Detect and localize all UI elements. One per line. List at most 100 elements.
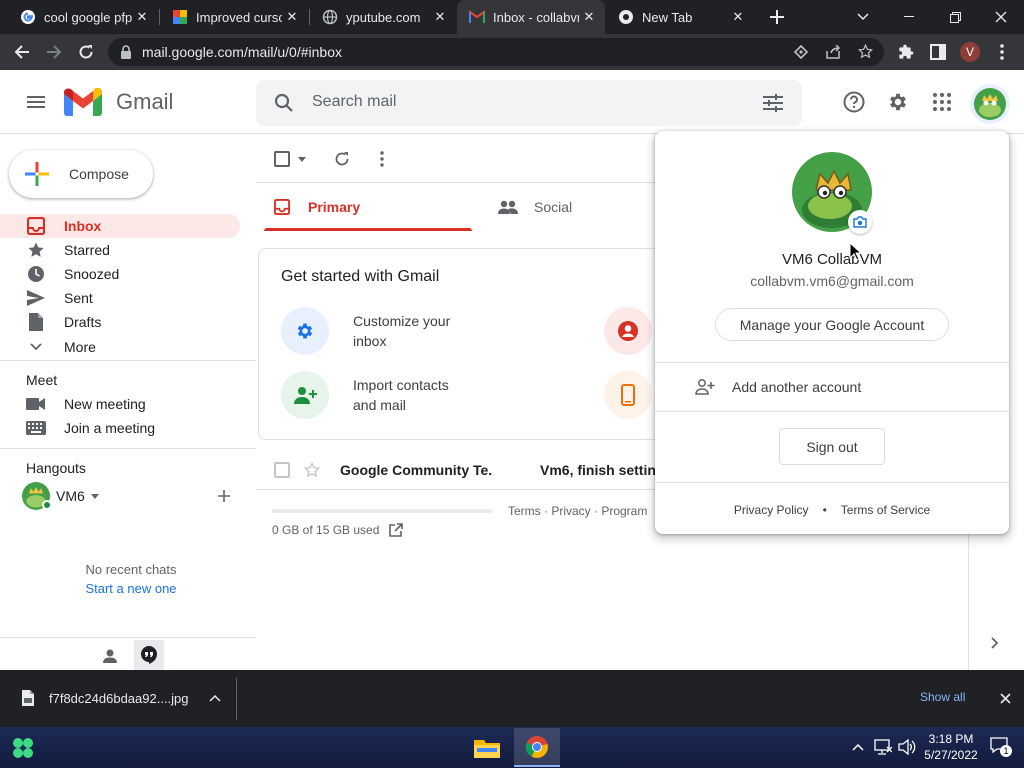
account-avatar-button[interactable] <box>970 84 1010 124</box>
browser-menu-button[interactable] <box>988 38 1016 66</box>
main-menu-button[interactable] <box>16 82 56 122</box>
side-panel-icon <box>930 44 946 60</box>
footer-links[interactable]: Terms · Privacy · Program <box>508 504 647 518</box>
settings-button[interactable] <box>878 82 918 122</box>
chrome-taskbar-button[interactable] <box>514 728 560 767</box>
address-bar[interactable]: mail.google.com/mail/u/0/#inbox <box>108 38 884 66</box>
account-popup-avatar[interactable] <box>792 152 872 234</box>
more-options-icon[interactable] <box>380 151 384 167</box>
tab-primary[interactable]: Primary <box>264 183 472 231</box>
forward-button[interactable] <box>40 38 68 66</box>
action-center-button[interactable]: 1 <box>990 737 1012 757</box>
star-icon <box>26 240 46 260</box>
browser-tab-new-tab[interactable]: New Tab ✕ <box>606 0 754 34</box>
contacts-button[interactable] <box>98 644 122 668</box>
close-icon <box>995 11 1007 23</box>
side-panel-button[interactable] <box>924 38 952 66</box>
change-photo-button[interactable] <box>848 210 872 234</box>
privacy-policy-link[interactable]: Privacy Policy <box>734 503 809 517</box>
select-all-checkbox[interactable] <box>274 151 290 167</box>
hangouts-chat-button[interactable] <box>134 640 164 670</box>
footer-dot: • <box>822 503 827 517</box>
support-button[interactable] <box>834 82 874 122</box>
bookmark-star-icon[interactable] <box>858 44 873 59</box>
tab-social[interactable]: Social <box>498 183 648 231</box>
sidebar-divider <box>0 448 256 449</box>
account-popup: VM6 CollabVM collabvm.vm6@gmail.com Mana… <box>655 131 1009 534</box>
share-icon[interactable] <box>826 45 841 59</box>
profile-button[interactable]: V <box>956 38 984 66</box>
nav-item-drafts[interactable]: Drafts <box>0 310 240 334</box>
browser-tab-inbox[interactable]: Inbox - collabvm ✕ <box>457 0 605 34</box>
close-icon[interactable] <box>1000 693 1011 704</box>
meet-new-meeting[interactable]: New meeting <box>0 392 240 416</box>
chevron-up-icon[interactable] <box>208 694 221 702</box>
show-all-downloads-button[interactable]: Show all <box>920 690 965 704</box>
chevron-right-icon[interactable] <box>991 637 999 649</box>
close-icon[interactable]: ✕ <box>579 7 599 27</box>
download-item[interactable]: f7f8dc24d6bdaa92....jpg <box>0 678 236 718</box>
nav-item-more[interactable]: More <box>0 335 240 359</box>
search-options-icon[interactable] <box>763 94 783 112</box>
hangouts-user[interactable]: VM6 <box>22 482 99 510</box>
file-explorer-taskbar-button[interactable] <box>464 728 510 767</box>
tip-profile-photo[interactable] <box>604 307 652 355</box>
refresh-icon[interactable] <box>334 151 350 167</box>
select-caret-icon[interactable] <box>298 157 306 162</box>
sidebar-divider <box>0 637 256 638</box>
search-input[interactable] <box>312 93 712 111</box>
meet-join-meeting[interactable]: Join a meeting <box>0 416 240 440</box>
tip-text: Import contacts and mail <box>353 377 449 413</box>
back-button[interactable] <box>8 38 36 66</box>
add-account-button[interactable]: Add another account <box>655 363 1009 411</box>
file-icon <box>22 690 34 706</box>
close-icon[interactable]: ✕ <box>430 7 450 27</box>
extensions-button[interactable] <box>892 38 920 66</box>
restore-button[interactable] <box>932 0 978 34</box>
sign-out-button[interactable]: Sign out <box>779 428 885 465</box>
google-apps-button[interactable] <box>922 82 962 122</box>
meet-item-label: New meeting <box>64 396 146 412</box>
nav-item-inbox[interactable]: Inbox <box>0 214 240 238</box>
nav-item-snoozed[interactable]: Snoozed <box>0 262 240 286</box>
email-checkbox[interactable] <box>274 461 290 478</box>
browser-tab-yputube[interactable]: yputube.com ✕ <box>310 0 456 34</box>
tip-mobile-app[interactable] <box>604 371 652 419</box>
external-link-icon[interactable] <box>389 523 404 537</box>
tip-customize-inbox[interactable]: Customize your inbox <box>281 307 473 355</box>
volume-icon[interactable] <box>898 739 916 755</box>
terms-of-service-link[interactable]: Terms of Service <box>841 503 930 517</box>
forward-arrow-icon <box>47 45 62 59</box>
tab-title: Improved curso <box>196 9 282 25</box>
minimize-button[interactable] <box>886 0 932 34</box>
search-icon[interactable] <box>274 93 294 113</box>
tab-title: cool google pfp <box>44 9 132 25</box>
new-tab-button[interactable] <box>764 5 790 29</box>
close-window-button[interactable] <box>978 0 1024 34</box>
start-button[interactable] <box>8 733 38 763</box>
manage-account-button[interactable]: Manage your Google Account <box>715 308 949 341</box>
back-arrow-icon <box>14 45 29 59</box>
tray-chevron-up-icon[interactable] <box>852 743 864 751</box>
taskbar-clock[interactable]: 3:18 PM 5/27/2022 <box>920 731 982 763</box>
tip-import-contacts[interactable]: Import contacts and mail <box>281 371 473 419</box>
gear-icon <box>297 323 313 339</box>
browser-tab-improved-cursor[interactable]: Improved curso ✕ <box>160 0 308 34</box>
storage-info[interactable]: 0 GB of 15 GB used <box>272 523 404 537</box>
nav-item-sent[interactable]: Sent <box>0 286 240 310</box>
extension-icon[interactable] <box>794 45 808 59</box>
network-icon[interactable] <box>874 739 892 755</box>
browser-tab-cool-google-pfp[interactable]: cool google pfp ✕ <box>8 0 158 34</box>
search-bar[interactable] <box>256 80 802 126</box>
tab-search-button[interactable] <box>840 0 886 34</box>
close-icon[interactable]: ✕ <box>132 7 152 27</box>
compose-button[interactable]: Compose <box>9 150 153 198</box>
nav-item-starred[interactable]: Starred <box>0 238 240 262</box>
gmail-logo[interactable]: Gmail <box>64 88 173 116</box>
close-icon[interactable]: ✕ <box>728 7 748 27</box>
start-new-chat-link[interactable]: Start a new one <box>0 581 262 596</box>
new-chat-button[interactable] <box>216 488 232 504</box>
reload-button[interactable] <box>72 38 100 66</box>
close-icon[interactable]: ✕ <box>282 7 302 27</box>
star-outline-icon[interactable] <box>304 461 320 478</box>
